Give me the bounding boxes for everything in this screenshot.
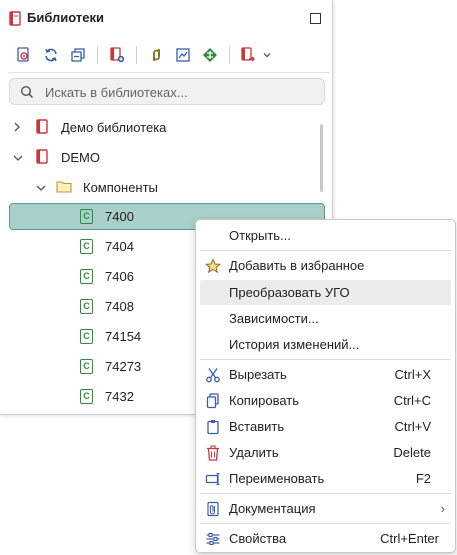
collapse-all-icon[interactable] [67,42,89,68]
toolbar-separator [136,46,137,64]
toolbar-separator [229,46,230,64]
tree-item-label: 7406 [105,269,134,284]
menu-item-shortcut: Delete [393,445,431,460]
maximize-icon[interactable] [310,13,321,24]
menu-item-shortcut: Ctrl+X [394,367,431,382]
library-book-icon [35,149,49,167]
menu-item-open[interactable]: Открыть... [200,223,451,248]
component-icon: C [80,209,93,224]
menu-item-label: Вырезать [229,367,287,382]
tree-item-label: 74154 [105,329,142,344]
menu-item-properties[interactable]: Свойства Ctrl+Enter [200,526,451,551]
menu-separator [200,359,451,360]
tree-item-demo[interactable]: DEMO [0,143,322,171]
menu-item-shortcut: Ctrl+C [393,393,431,408]
image-icon[interactable] [172,42,194,68]
tree-item-label: 7432 [105,389,134,404]
chevron-down-icon[interactable] [12,151,24,166]
menu-item-label: Преобразовать УГО [229,285,350,300]
menu-item-documentation[interactable]: Документация › [200,496,451,521]
library-book-icon [8,11,22,29]
chevron-right-icon[interactable] [12,121,22,136]
tree-item-label: Компоненты [83,180,158,195]
menu-separator [200,493,451,494]
menu-item-shortcut: F2 [415,471,431,486]
search-input[interactable] [45,83,315,101]
menu-item-label: Открыть... [229,228,291,243]
search-icon [20,85,34,102]
menu-item-add-favorite[interactable]: Добавить в избранное [200,253,451,278]
star-icon [204,257,222,275]
menu-item-rename[interactable]: Переименовать F2 [200,466,451,491]
properties-icon [204,530,222,548]
tree-item-label: Демо библиотека [61,120,167,135]
tree-item-label: DEMO [61,150,100,165]
menu-item-label: Копировать [229,393,299,408]
component-icon: C [80,239,93,254]
toolbar-divider [8,72,330,73]
context-menu: Открыть... Добавить в избранное Преобраз… [195,219,456,553]
menu-item-dependencies[interactable]: Зависимости... [200,306,451,331]
copy-icon [204,392,222,410]
menu-separator [200,523,451,524]
panel-title: Библиотеки [27,10,105,25]
menu-item-label: Вставить [229,419,285,434]
component-icon: C [80,299,93,314]
component-icon: C [80,329,93,344]
search-box[interactable] [9,78,325,105]
menu-item-label: Удалить [229,445,279,460]
menu-item-copy[interactable]: Копировать Ctrl+C [200,388,451,413]
attachment-icon [204,500,222,518]
component-icon: C [80,359,93,374]
toolbar-separator [97,46,98,64]
submenu-arrow-icon: › [440,501,445,516]
tree-scrollbar[interactable] [320,124,323,192]
tree-item-components-folder[interactable]: Компоненты [0,173,322,201]
dropdown-chevron-icon[interactable] [256,42,278,68]
paste-icon [204,418,222,436]
menu-item-convert-ugo[interactable]: Преобразовать УГО [200,280,451,305]
refresh-icon[interactable] [40,42,62,68]
component-icon: C [80,389,93,404]
menu-item-label: Документация [229,501,316,516]
component-diamond-icon[interactable] [199,42,221,68]
menu-separator [200,250,451,251]
menu-item-delete[interactable]: Удалить Delete [200,440,451,465]
trash-icon [204,444,222,462]
tree-item-demo-library[interactable]: Демо библиотека [0,113,322,141]
tree-item-label: 7400 [105,209,134,224]
component-icon: C [80,269,93,284]
menu-item-label: Зависимости... [229,311,319,326]
menu-item-shortcut: Ctrl+Enter [380,531,439,546]
menu-item-label: Добавить в избранное [229,258,365,273]
tree-item-label: 7408 [105,299,134,314]
tree-item-label: 7404 [105,239,134,254]
new-library-icon[interactable] [106,42,128,68]
link-icon[interactable] [145,42,167,68]
library-toolbar [0,42,332,70]
tree-item-label: 74273 [105,359,142,374]
menu-item-paste[interactable]: Вставить Ctrl+V [200,414,451,439]
menu-item-label: История изменений... [229,337,360,352]
menu-item-label: Свойства [229,531,287,546]
chevron-down-icon[interactable] [35,181,47,196]
menu-item-history[interactable]: История изменений... [200,332,451,357]
scissors-icon [204,366,222,384]
library-book-icon [35,119,49,137]
menu-item-label: Переименовать [229,471,325,486]
folder-icon [56,180,72,196]
panel-header: Библиотеки [0,0,332,36]
rename-icon [204,470,222,488]
open-library-icon[interactable] [13,42,35,68]
menu-item-shortcut: Ctrl+V [394,419,431,434]
menu-item-cut[interactable]: Вырезать Ctrl+X [200,362,451,387]
